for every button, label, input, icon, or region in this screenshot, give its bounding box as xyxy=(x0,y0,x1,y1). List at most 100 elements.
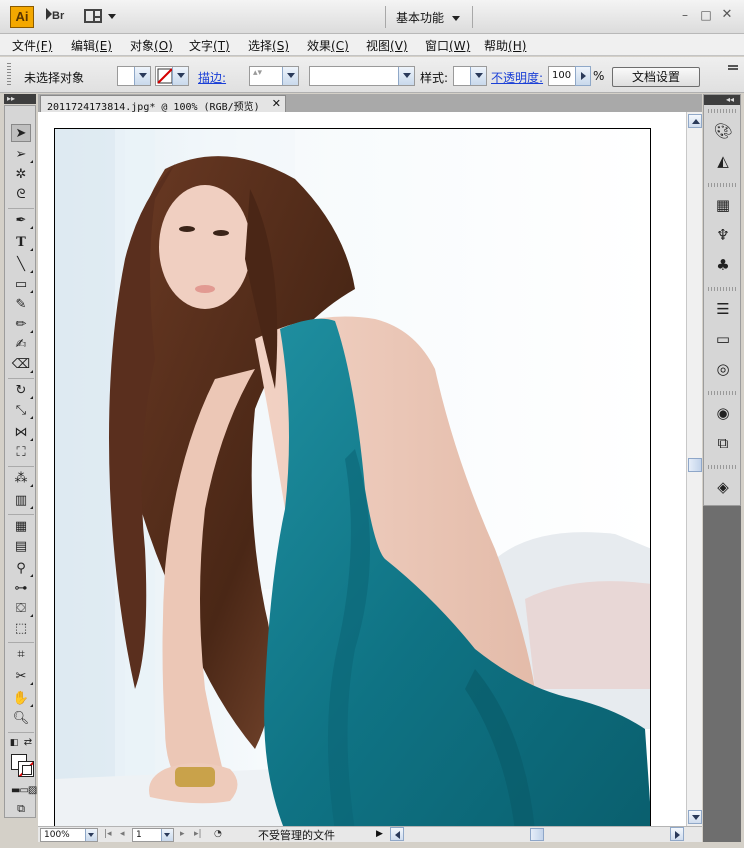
tools-panel-header[interactable]: ▸▸ xyxy=(4,94,36,104)
scroll-up-button[interactable] xyxy=(688,114,702,128)
paintbrush-tool-icon[interactable]: ✎ xyxy=(11,296,31,314)
fill-color-dropdown[interactable] xyxy=(117,66,151,86)
blob-brush-tool-icon[interactable]: ✍ xyxy=(11,336,31,354)
menu-edit[interactable]: 编辑(E) xyxy=(71,37,112,54)
next-artboard-icon[interactable]: ▸ xyxy=(180,829,185,839)
scroll-right-button[interactable] xyxy=(670,827,684,841)
stepper-icon[interactable]: ▴▾ xyxy=(253,68,262,78)
panel-grip[interactable] xyxy=(7,63,11,87)
symbol-sprayer-tool-icon[interactable]: ⁂ xyxy=(11,470,33,488)
direct-selection-tool-icon[interactable]: ➢ xyxy=(11,146,33,164)
panel-menu-icon[interactable] xyxy=(728,65,738,73)
divider xyxy=(385,6,386,28)
collapse-icon[interactable]: ▸▸ xyxy=(4,94,15,103)
stroke-panel-icon[interactable]: ☰ xyxy=(713,299,733,319)
zoom-tool-icon[interactable]: 🔍︎ xyxy=(11,710,31,728)
scroll-down-button[interactable] xyxy=(688,810,702,824)
menu-type[interactable]: 文字(T) xyxy=(189,37,230,54)
layers-panel-icon[interactable]: ◈ xyxy=(713,477,733,497)
opacity-panel-link[interactable]: 不透明度: xyxy=(491,69,543,86)
last-artboard-icon[interactable]: ▸| xyxy=(194,829,202,839)
chevron-down-icon xyxy=(172,67,188,85)
close-tab-icon[interactable]: ✕ xyxy=(272,97,281,110)
scroll-thumb[interactable] xyxy=(688,458,702,472)
selection-tool-icon[interactable]: ➤ xyxy=(11,124,31,142)
artboard-tool-icon[interactable]: ⌗ xyxy=(11,646,31,664)
live-paint-selection-tool-icon[interactable]: ⬚ xyxy=(11,620,31,638)
opacity-slider-button[interactable] xyxy=(575,66,591,86)
arrange-documents-button[interactable] xyxy=(84,9,116,25)
workspace-label: 基本功能 xyxy=(396,11,445,25)
status-menu-arrow-icon[interactable]: ▶ xyxy=(376,829,383,839)
lasso-tool-icon[interactable]: ᘓ xyxy=(11,186,31,204)
minimize-button[interactable]: – xyxy=(678,8,692,22)
stroke-color-dropdown[interactable] xyxy=(155,66,189,86)
transparency-panel-icon[interactable]: ◎ xyxy=(713,359,733,379)
scroll-left-button[interactable] xyxy=(390,827,404,841)
eyedropper-tool-icon[interactable]: ⚲ xyxy=(11,560,33,578)
brushes-panel-icon[interactable]: ♆ xyxy=(713,225,733,245)
stroke-panel-link[interactable]: 描边: xyxy=(198,69,226,86)
artboard-number-dropdown[interactable]: 1 xyxy=(132,828,174,842)
color-guide-icon[interactable]: ◭ xyxy=(713,151,733,171)
slice-tool-icon[interactable]: ✂ xyxy=(11,668,33,686)
color-panel-icon[interactable]: 🎨︎ xyxy=(713,121,733,141)
document-tab[interactable]: 2011724173814.jpg* @ 100% (RGB/预览) ✕ xyxy=(40,95,286,113)
placed-photo xyxy=(55,129,650,829)
hand-tool-icon[interactable]: ✋ xyxy=(11,690,33,708)
appearance-panel-icon[interactable]: ◉ xyxy=(713,403,733,423)
gradient-tool-icon[interactable]: ▤ xyxy=(11,538,31,556)
free-transform-tool-icon[interactable]: ⛶ xyxy=(11,444,31,462)
symbols-panel-icon[interactable]: ♣ xyxy=(713,255,733,275)
rotate-tool-icon[interactable]: ↻ xyxy=(11,382,33,400)
graphic-style-dropdown[interactable] xyxy=(453,66,487,86)
menu-effect[interactable]: 效果(C) xyxy=(307,37,349,54)
swap-colors-icon[interactable]: ⇄ xyxy=(22,734,34,752)
menu-help[interactable]: 帮助(H) xyxy=(484,37,526,54)
opacity-input[interactable]: 100 xyxy=(548,66,576,86)
horizontal-scroll-thumb[interactable] xyxy=(530,828,544,841)
rectangle-tool-icon[interactable]: ▭ xyxy=(11,276,33,294)
live-paint-bucket-tool-icon[interactable]: ⛋ xyxy=(11,600,33,618)
gradient-panel-icon[interactable]: ▭ xyxy=(713,329,733,349)
zoom-level-dropdown[interactable]: 100% xyxy=(40,828,98,842)
workspace-switcher[interactable]: 基本功能 xyxy=(396,9,461,26)
color-mode-icons[interactable]: ▬▭▨ xyxy=(11,782,37,800)
graphic-styles-panel-icon[interactable]: ⧉ xyxy=(713,433,733,453)
eraser-tool-icon[interactable]: ⌫ xyxy=(11,356,33,374)
expand-panels-icon[interactable]: ◂◂ xyxy=(704,95,734,104)
blend-tool-icon[interactable]: ⊶ xyxy=(11,580,31,598)
maximize-button[interactable]: □ xyxy=(699,8,713,22)
menu-file[interactable]: 文件(F) xyxy=(12,37,52,54)
scale-tool-icon[interactable]: ⤡ xyxy=(11,402,33,420)
stroke-weight-field[interactable]: ▴▾ xyxy=(249,66,299,86)
stroke-swatch[interactable] xyxy=(18,761,34,777)
default-colors-icon[interactable]: ◧ xyxy=(8,734,20,752)
canvas-area[interactable] xyxy=(38,112,686,830)
menu-select[interactable]: 选择(S) xyxy=(248,37,289,54)
type-tool-icon[interactable]: T xyxy=(11,234,33,252)
pen-tool-icon[interactable]: ✒ xyxy=(11,212,33,230)
mesh-tool-icon[interactable]: ▦ xyxy=(11,518,31,536)
prev-artboard-icon[interactable]: ◂ xyxy=(120,829,125,839)
swatches-panel-icon[interactable]: ▦ xyxy=(713,195,733,215)
pencil-tool-icon[interactable]: ✏ xyxy=(11,316,33,334)
vertical-scrollbar[interactable] xyxy=(686,112,702,826)
chevron-down-icon xyxy=(282,67,298,85)
first-artboard-icon[interactable]: |◂ xyxy=(104,829,112,839)
dock-header[interactable]: ◂◂ xyxy=(704,95,740,105)
artboard[interactable] xyxy=(54,128,651,830)
menu-object[interactable]: 对象(O) xyxy=(130,37,173,54)
menu-view[interactable]: 视图(V) xyxy=(366,37,408,54)
bridge-button[interactable]: Br xyxy=(46,8,70,26)
menu-window[interactable]: 窗口(W) xyxy=(425,37,470,54)
column-graph-tool-icon[interactable]: ▥ xyxy=(11,492,33,510)
document-setup-button[interactable]: 文档设置 xyxy=(612,67,700,87)
magic-wand-tool-icon[interactable]: ✲ xyxy=(11,166,31,184)
screen-mode-icon[interactable]: ⧉ xyxy=(11,800,31,818)
selection-status: 未选择对象 xyxy=(24,71,85,85)
width-tool-icon[interactable]: ⋈ xyxy=(11,424,33,442)
close-window-button[interactable]: ✕ xyxy=(720,8,734,22)
line-tool-icon[interactable]: ╲ xyxy=(11,256,33,274)
brush-definition-dropdown[interactable] xyxy=(309,66,415,86)
